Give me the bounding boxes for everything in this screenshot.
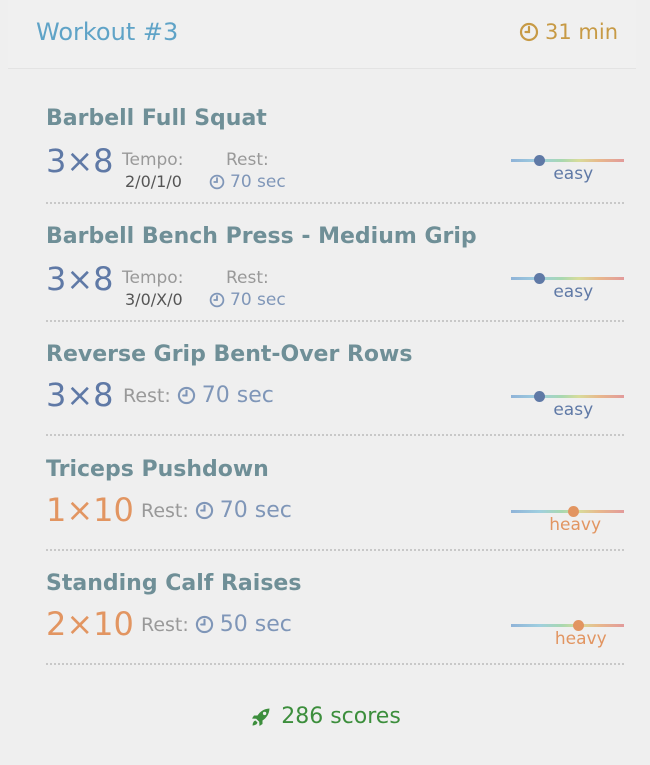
intensity-label: heavy	[549, 515, 602, 535]
intensity-label: easy	[553, 282, 594, 302]
duration-text: 31 min	[545, 20, 618, 44]
workout-duration: 31 min	[519, 20, 618, 44]
exercise-item[interactable]: Barbell Full Squat 3×8 Tempo: 2/0/1/0 Re…	[46, 106, 624, 204]
rest-value: 70 sec	[209, 172, 286, 192]
exercise-name[interactable]: Triceps Pushdown	[46, 457, 269, 482]
exercise-name[interactable]: Reverse Grip Bent-Over Rows	[46, 342, 412, 367]
exercise-name[interactable]: Barbell Bench Press - Medium Grip	[46, 224, 477, 249]
intensity-slider: easy	[511, 151, 624, 191]
intensity-track	[511, 277, 624, 280]
intensity-label: easy	[553, 164, 594, 184]
tempo-label: Tempo:	[122, 268, 184, 288]
rest-value: Rest: 50 sec	[141, 612, 292, 637]
intensity-track	[511, 159, 624, 162]
sets-reps: 3×8	[46, 376, 114, 414]
exercise-item[interactable]: Reverse Grip Bent-Over Rows 3×8 Rest: 70…	[46, 342, 624, 436]
tempo-value: 3/0/X/0	[125, 290, 183, 309]
sets-reps: 1×10	[46, 491, 134, 529]
intensity-label: easy	[553, 400, 594, 420]
exercise-item[interactable]: Standing Calf Raises 2×10 Rest: 50 sec h…	[46, 571, 624, 665]
rest-time: 70 sec	[230, 290, 286, 310]
clock-icon	[195, 501, 213, 520]
rest-value: Rest: 70 sec	[123, 383, 274, 408]
scores-text: 286 scores	[281, 704, 401, 729]
scores-link[interactable]: 286 scores	[0, 704, 650, 729]
rest-label: Rest:	[141, 499, 189, 522]
clock-icon	[209, 292, 225, 308]
rest-label: Rest:	[226, 268, 269, 288]
tempo-label: Tempo:	[122, 150, 184, 170]
tempo-value: 2/0/1/0	[125, 172, 182, 191]
clock-icon	[519, 22, 539, 42]
rocket-icon	[252, 708, 270, 726]
sets-reps: 2×10	[46, 605, 134, 643]
clock-icon	[177, 386, 195, 405]
rest-label: Rest:	[123, 384, 171, 407]
exercise-item[interactable]: Triceps Pushdown 1×10 Rest: 70 sec heavy	[46, 457, 624, 551]
intensity-label: heavy	[554, 629, 607, 649]
clock-icon	[209, 174, 225, 190]
workout-title[interactable]: Workout #3	[36, 18, 178, 46]
exercise-name[interactable]: Barbell Full Squat	[46, 106, 267, 131]
exercise-item[interactable]: Barbell Bench Press - Medium Grip 3×8 Te…	[46, 224, 624, 322]
sets-reps: 3×8	[46, 142, 114, 180]
intensity-track	[511, 624, 624, 627]
exercise-name[interactable]: Standing Calf Raises	[46, 571, 301, 596]
intensity-slider: easy	[511, 387, 624, 427]
clock-icon	[195, 615, 213, 634]
rest-time: 70 sec	[201, 383, 274, 408]
intensity-slider: heavy	[511, 502, 624, 542]
rest-time: 70 sec	[219, 498, 292, 523]
rest-time: 70 sec	[230, 172, 286, 192]
intensity-slider: heavy	[511, 616, 624, 656]
sets-reps: 3×8	[46, 260, 114, 298]
rest-value: Rest: 70 sec	[141, 498, 292, 523]
rest-value: 70 sec	[209, 290, 286, 310]
workout-header: Workout #3 31 min	[8, 0, 636, 68]
intensity-track	[511, 395, 624, 398]
intensity-slider: easy	[511, 269, 624, 309]
rest-label: Rest:	[141, 613, 189, 636]
rest-time: 50 sec	[219, 612, 292, 637]
rest-label: Rest:	[226, 150, 269, 170]
